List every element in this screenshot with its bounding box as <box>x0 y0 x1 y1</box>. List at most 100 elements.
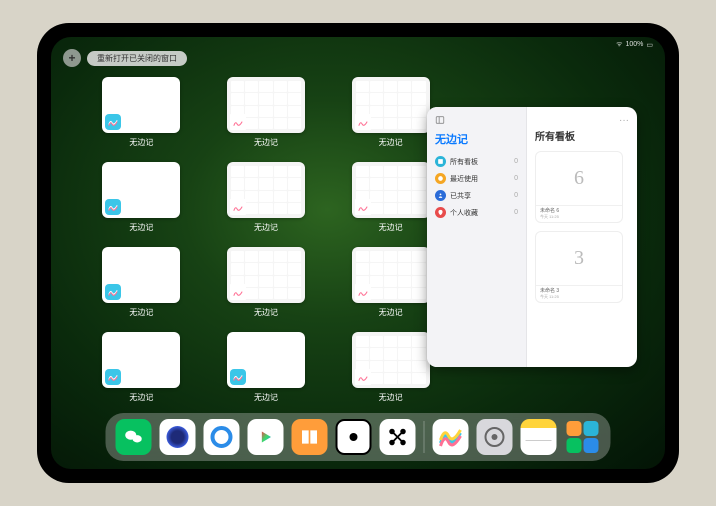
thumb-label: 无边记 <box>254 222 278 233</box>
app-thumb[interactable]: 无边记 <box>91 332 192 403</box>
boards-list: 6 未命名 6 今天 11:25 3 未命名 3 今天 11:25 <box>535 151 629 303</box>
dock-app-books[interactable] <box>292 419 328 455</box>
dock-app-quark[interactable] <box>160 419 196 455</box>
sidebar-item-icon <box>435 207 446 218</box>
panel-main: ··· 所有看板 6 未命名 6 今天 11:25 3 未命名 3 今天 11:… <box>527 107 637 367</box>
sidebar-item-label: 所有看板 <box>450 157 478 167</box>
thumb-preview <box>227 247 305 303</box>
dock-app-mindnode[interactable] <box>380 419 416 455</box>
app-thumb[interactable]: 无边记 <box>91 247 192 318</box>
app-thumb[interactable]: 无边记 <box>216 247 317 318</box>
dock-app-freeform[interactable] <box>433 419 469 455</box>
dock-app-wechat[interactable] <box>116 419 152 455</box>
board-time: 今天 11:25 <box>540 215 618 219</box>
sidebar-item-count: 0 <box>514 209 518 216</box>
freeform-app-icon <box>105 114 121 130</box>
app-thumb[interactable]: 无边记 <box>340 247 441 318</box>
board-preview: 6 <box>536 152 622 205</box>
thumb-label: 无边记 <box>129 222 153 233</box>
board-preview: 3 <box>536 232 622 285</box>
dock-separator <box>424 421 425 453</box>
sidebar-item-label: 个人收藏 <box>450 208 478 218</box>
freeform-app-icon <box>355 114 371 130</box>
freeform-app-icon <box>230 199 246 215</box>
board-meta: 未命名 3 今天 11:25 <box>536 285 622 302</box>
dock-app-dice[interactable] <box>336 419 372 455</box>
sidebar-toggle-icon[interactable] <box>435 115 445 125</box>
thumb-label: 无边记 <box>254 307 278 318</box>
thumb-preview <box>227 332 305 388</box>
sidebar-item-count: 0 <box>514 175 518 182</box>
app-thumb[interactable]: 无边记 <box>216 77 317 148</box>
thumb-preview <box>102 332 180 388</box>
thumb-preview <box>102 162 180 218</box>
freeform-app-icon <box>105 199 121 215</box>
app-thumb[interactable]: 无边记 <box>91 162 192 233</box>
add-button[interactable]: + <box>63 49 81 67</box>
sidebar-item-label: 最近使用 <box>450 174 478 184</box>
freeform-app-icon <box>105 284 121 300</box>
board-time: 今天 11:25 <box>540 295 618 299</box>
topbar: + 重新打开已关闭的窗口 <box>63 49 187 67</box>
thumb-label: 无边记 <box>129 392 153 403</box>
thumb-label: 无边记 <box>379 307 403 318</box>
dock-app-youku[interactable] <box>248 419 284 455</box>
sidebar-item-count: 0 <box>514 192 518 199</box>
sidebar-item-icon <box>435 156 446 167</box>
thumb-label: 无边记 <box>129 307 153 318</box>
board-card[interactable]: 6 未命名 6 今天 11:25 <box>535 151 623 223</box>
thumb-preview <box>102 247 180 303</box>
thumb-label: 无边记 <box>379 222 403 233</box>
app-thumb[interactable]: 无边记 <box>340 77 441 148</box>
freeform-app-icon <box>230 369 246 385</box>
board-card[interactable]: 3 未命名 3 今天 11:25 <box>535 231 623 303</box>
dock-app-library[interactable] <box>565 419 601 455</box>
screen: ᯤ 100% ▭ + 重新打开已关闭的窗口 无边记无边记无边记无边记无边记无边记… <box>51 37 665 469</box>
board-meta: 未命名 6 今天 11:25 <box>536 205 622 222</box>
freeform-app-icon <box>355 284 371 300</box>
freeform-app-icon <box>355 369 371 385</box>
sidebar-title: 无边记 <box>435 131 518 147</box>
ipad-frame: ᯤ 100% ▭ + 重新打开已关闭的窗口 无边记无边记无边记无边记无边记无边记… <box>37 23 679 483</box>
app-thumb[interactable]: 无边记 <box>340 332 441 403</box>
thumb-preview <box>227 162 305 218</box>
panel-sidebar: 无边记 所有看板 0 最近使用 0 已共享 0 个人收藏 0 <box>427 107 527 367</box>
sidebar-item[interactable]: 个人收藏 0 <box>435 204 518 221</box>
panel-main-title: 所有看板 <box>535 128 629 143</box>
reopen-window-pill[interactable]: 重新打开已关闭的窗口 <box>87 51 187 66</box>
thumb-label: 无边记 <box>254 137 278 148</box>
thumb-label: 无边记 <box>129 137 153 148</box>
thumb-preview <box>352 247 430 303</box>
app-thumb[interactable]: 无边记 <box>340 162 441 233</box>
status-bar: ᯤ 100% ▭ <box>616 40 653 49</box>
dock-app-settings[interactable] <box>477 419 513 455</box>
sidebar-list: 所有看板 0 最近使用 0 已共享 0 个人收藏 0 <box>435 153 518 221</box>
wifi-icon: ᯤ <box>616 40 622 49</box>
sidebar-item-count: 0 <box>514 158 518 165</box>
sidebar-item[interactable]: 最近使用 0 <box>435 170 518 187</box>
freeform-app-icon <box>105 369 121 385</box>
sidebar-item-icon <box>435 173 446 184</box>
app-thumb[interactable]: 无边记 <box>216 162 317 233</box>
app-thumb[interactable]: 无边记 <box>216 332 317 403</box>
dock-app-notes[interactable] <box>521 419 557 455</box>
thumb-preview <box>227 77 305 133</box>
app-switcher-grid: 无边记无边记无边记无边记无边记无边记无边记无边记无边记无边记无边记无边记 <box>91 77 441 403</box>
dock <box>106 413 611 461</box>
dock-app-qqbrowser[interactable] <box>204 419 240 455</box>
freeform-app-icon <box>230 114 246 130</box>
thumb-label: 无边记 <box>379 137 403 148</box>
sidebar-item-label: 已共享 <box>450 191 471 201</box>
app-thumb[interactable]: 无边记 <box>91 77 192 148</box>
freeform-panel[interactable]: 无边记 所有看板 0 最近使用 0 已共享 0 个人收藏 0 ··· 所有看板 6 未命名 6… <box>427 107 637 367</box>
thumb-preview <box>352 332 430 388</box>
thumb-preview <box>352 162 430 218</box>
thumb-preview <box>102 77 180 133</box>
sidebar-item[interactable]: 已共享 0 <box>435 187 518 204</box>
sidebar-item-icon <box>435 190 446 201</box>
battery-pct: 100% <box>625 41 643 48</box>
thumb-preview <box>352 77 430 133</box>
battery-icon: ▭ <box>646 41 653 49</box>
more-icon[interactable]: ··· <box>535 115 629 126</box>
sidebar-item[interactable]: 所有看板 0 <box>435 153 518 170</box>
